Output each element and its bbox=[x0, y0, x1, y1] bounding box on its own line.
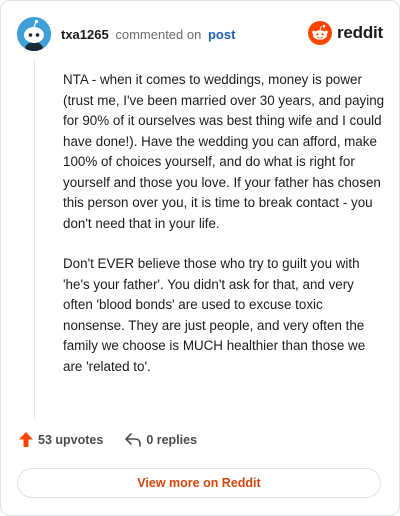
action-text: commented on bbox=[115, 26, 202, 42]
upvote-count: 53 upvotes bbox=[38, 432, 104, 447]
reply-button[interactable]: 0 replies bbox=[125, 433, 197, 447]
comment-meta: txa1265 commented on post bbox=[61, 27, 235, 42]
comment-header: txa1265 commented on post bbox=[17, 17, 235, 51]
view-more-button[interactable]: View more on Reddit bbox=[17, 468, 381, 498]
reply-count: 0 replies bbox=[146, 432, 198, 447]
snoo-avatar-icon bbox=[17, 17, 51, 51]
reddit-wordmark: reddit bbox=[336, 23, 383, 42]
reply-arrow-icon bbox=[125, 432, 142, 447]
post-link[interactable]: post bbox=[208, 27, 235, 42]
reddit-logo-icon bbox=[307, 21, 332, 45]
user-avatar[interactable] bbox=[17, 17, 51, 51]
upvote-arrow-icon bbox=[19, 432, 33, 447]
comment-body: NTA - when it comes to weddings, money i… bbox=[63, 70, 385, 397]
comment-paragraph: Don't EVER believe those who try to guil… bbox=[63, 256, 366, 374]
comment-paragraph: NTA - when it comes to weddings, money i… bbox=[63, 72, 385, 231]
comment-actions: 53 upvotes 0 replies bbox=[19, 432, 197, 447]
upvote-button[interactable]: 53 upvotes bbox=[19, 432, 103, 447]
thread-line bbox=[34, 59, 35, 419]
username-link[interactable]: txa1265 bbox=[61, 27, 109, 42]
comment-card: txa1265 commented on post reddit NTA - w… bbox=[0, 0, 400, 516]
reddit-brand[interactable]: reddit bbox=[307, 21, 383, 45]
